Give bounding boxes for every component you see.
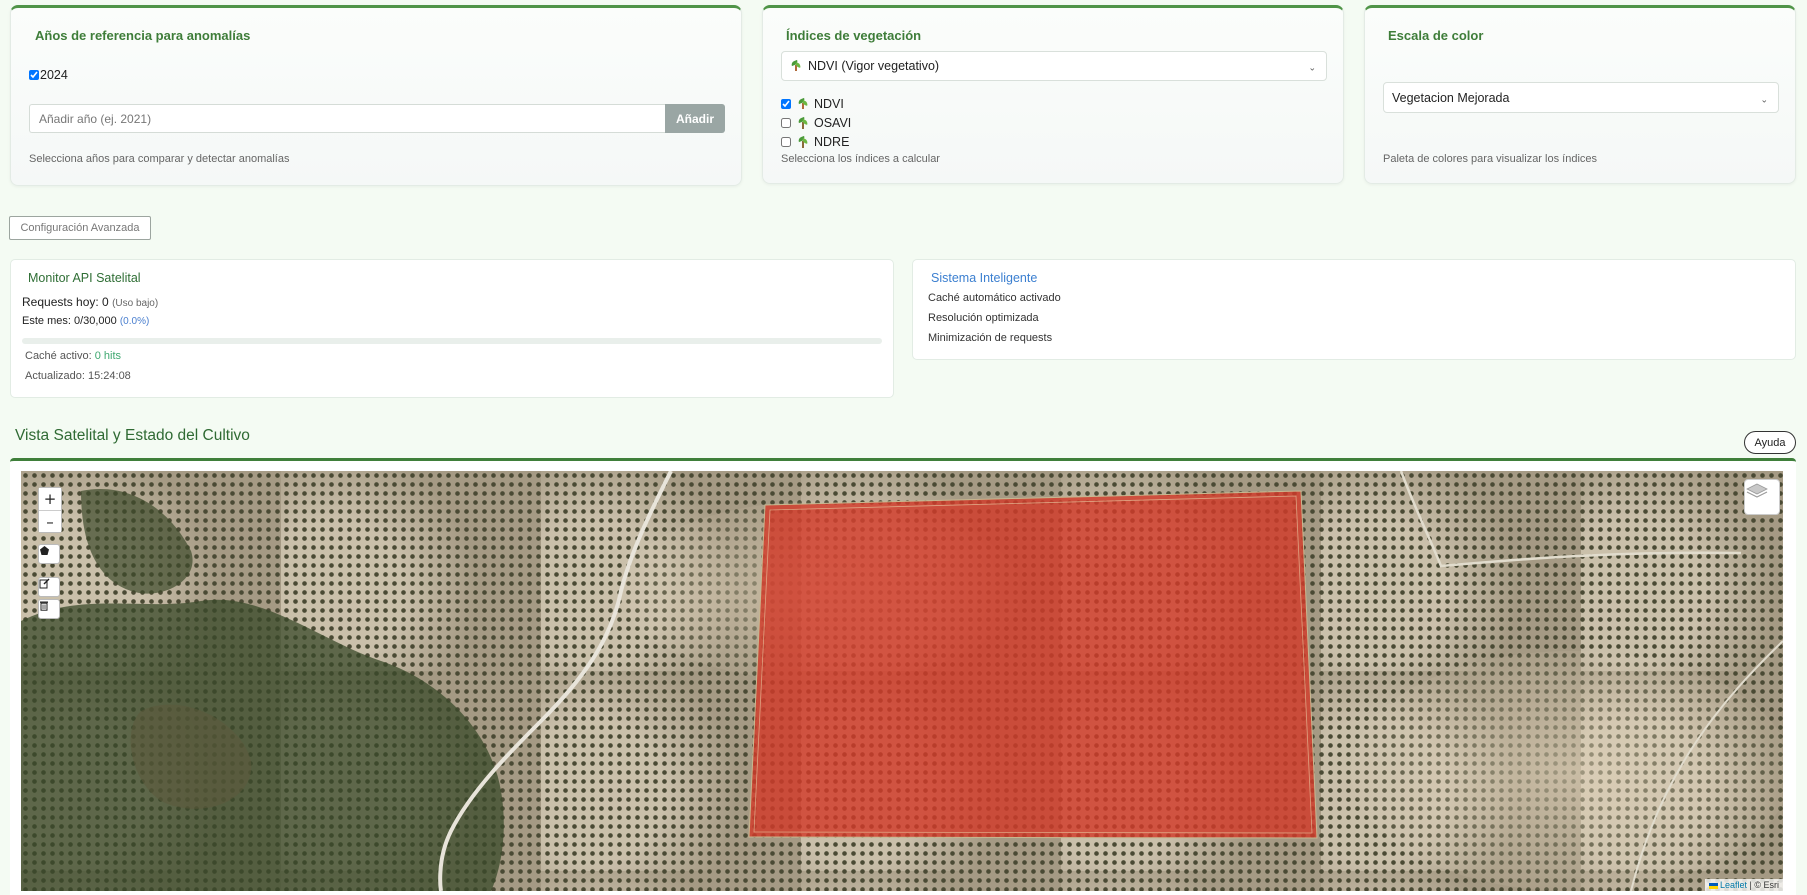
seedling-icon xyxy=(790,60,802,72)
anomaly-years-title: Años de referencia para anomalías xyxy=(35,28,251,43)
herb-icon xyxy=(797,117,809,129)
year-checkbox-2024[interactable]: 2024 xyxy=(29,68,68,82)
chevron-down-icon: ⌄ xyxy=(1760,94,1768,105)
requests-today: Requests hoy: 0 (Uso bajo) xyxy=(22,295,158,309)
index-checkbox-list: NDVI OSAVI NDRE xyxy=(781,94,851,151)
month-usage: Este mes: 0/30,000 (0.0%) xyxy=(22,315,149,327)
year-checkbox-input[interactable] xyxy=(29,70,39,80)
ukraine-flag-icon xyxy=(1708,882,1718,889)
index-select-value: NDVI (Vigor vegetativo) xyxy=(808,59,940,73)
forest-area xyxy=(21,599,504,891)
help-button[interactable]: Ayuda xyxy=(1744,431,1796,454)
api-monitor-title: Monitor API Satelital xyxy=(28,271,141,285)
forest-patch xyxy=(81,489,193,594)
index-option-ndre[interactable]: NDRE xyxy=(781,132,851,151)
color-scale-card: Escala de color Vegetacion Mejorada ⌄ Pa… xyxy=(1364,5,1796,184)
delete-layers-button[interactable] xyxy=(38,599,60,619)
index-checkbox-ndre[interactable] xyxy=(781,136,791,147)
index-label-ndvi: NDVI xyxy=(814,96,844,111)
vegetation-indices-hint: Selecciona los índices a calcular xyxy=(781,153,940,165)
smart-system-title: Sistema Inteligente xyxy=(931,271,1038,285)
polygon-icon xyxy=(40,546,49,555)
leaf-icon xyxy=(797,136,809,148)
index-checkbox-osavi[interactable] xyxy=(781,117,791,128)
anomaly-years-card: Años de referencia para anomalías 2024 A… xyxy=(10,5,742,186)
chevron-down-icon: ⌄ xyxy=(1308,62,1316,73)
satellite-imagery xyxy=(21,471,1783,891)
zoom-in-button[interactable]: + xyxy=(39,488,61,510)
smart-system-line-requests: Minimización de requests xyxy=(928,332,1053,344)
layers-control-button[interactable] xyxy=(1744,479,1780,515)
trash-icon xyxy=(40,601,48,611)
index-option-ndvi[interactable]: NDVI xyxy=(781,94,851,113)
cache-status-label: Caché activo: xyxy=(25,350,92,362)
smart-system-line-cache: Caché automático activado xyxy=(928,292,1061,304)
map-section-title: Vista Satelital y Estado del Cultivo xyxy=(15,427,250,444)
color-scale-value: Vegetacion Mejorada xyxy=(1392,91,1510,105)
requests-today-note: (Uso bajo) xyxy=(112,298,159,309)
anomaly-years-hint: Selecciona años para comparar y detectar… xyxy=(29,153,290,165)
updated-time: Actualizado: 15:24:08 xyxy=(25,370,131,382)
color-scale-title: Escala de color xyxy=(1388,28,1484,43)
api-monitor-panel: Monitor API Satelital Requests hoy: 0 (U… xyxy=(10,259,894,398)
crop-parcel-overlay xyxy=(748,490,1318,839)
draw-polygon-button[interactable] xyxy=(38,544,60,564)
road xyxy=(1399,471,1742,568)
edit-icon xyxy=(39,578,50,589)
smart-system-line-resolution: Resolución optimizada xyxy=(928,312,1039,324)
index-checkbox-ndvi[interactable] xyxy=(781,98,791,109)
vegetation-indices-title: Índices de vegetación xyxy=(786,28,922,43)
layers-icon xyxy=(1746,483,1768,498)
satellite-map[interactable]: + – Leaflet | © Esri xyxy=(21,471,1783,891)
month-usage-percent: (0.0%) xyxy=(119,316,150,327)
cache-hits: 0 hits xyxy=(94,350,122,362)
index-option-osavi[interactable]: OSAVI xyxy=(781,113,851,132)
usage-progress-bar xyxy=(22,338,882,344)
index-label-osavi: OSAVI xyxy=(814,115,852,130)
esri-attribution: | © Esri xyxy=(1749,880,1779,890)
smart-system-panel: Sistema Inteligente Caché automático act… xyxy=(912,259,1796,360)
add-year-input[interactable] xyxy=(29,104,667,133)
index-label-ndre: NDRE xyxy=(814,134,850,149)
light-soil-area xyxy=(1351,651,1783,891)
seedling-icon xyxy=(797,98,809,110)
color-scale-select[interactable]: Vegetacion Mejorada ⌄ xyxy=(1383,82,1779,113)
map-attribution: Leaflet | © Esri xyxy=(1704,879,1783,891)
zoom-control: + – xyxy=(38,487,62,533)
cache-status: Caché activo: 0 hits xyxy=(25,350,121,362)
color-scale-hint: Paleta de colores para visualizar los ín… xyxy=(1383,153,1598,165)
index-select[interactable]: NDVI (Vigor vegetativo) ⌄ xyxy=(781,51,1327,81)
advanced-config-button[interactable]: Configuración Avanzada xyxy=(9,216,151,240)
month-usage-label: Este mes: 0/30,000 xyxy=(22,315,117,327)
edit-layers-button[interactable] xyxy=(38,577,60,597)
zoom-out-button[interactable]: – xyxy=(39,510,61,532)
vegetation-indices-card: Índices de vegetación NDVI (Vigor vegeta… xyxy=(762,5,1344,184)
leaflet-link[interactable]: Leaflet xyxy=(1720,880,1747,890)
year-checkbox-label: 2024 xyxy=(40,68,68,82)
add-year-button[interactable]: Añadir xyxy=(665,104,725,133)
requests-today-label: Requests hoy: 0 xyxy=(22,295,109,309)
